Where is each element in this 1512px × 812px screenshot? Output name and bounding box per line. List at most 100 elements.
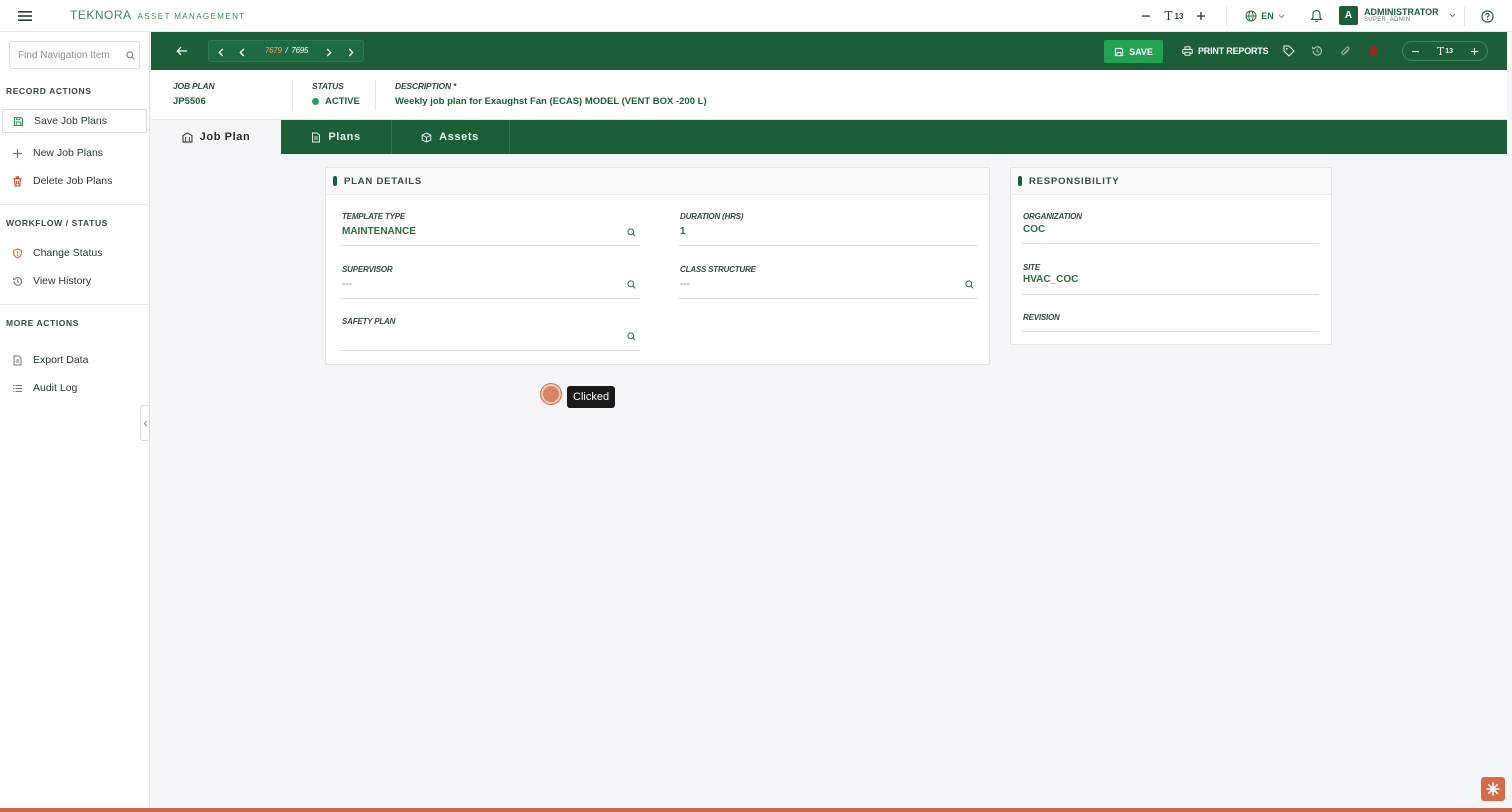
sidebar-item-export-data[interactable]: Export Data [2,348,147,372]
tab-plans[interactable]: Plans [281,120,391,154]
class-structure-field[interactable]: CLASS STRUCTURE --- [678,265,978,301]
site-field[interactable]: SITE HVAC_COC [1021,263,1319,297]
notifications-bell-icon[interactable] [1308,8,1324,24]
help-icon[interactable] [1479,8,1495,24]
zoom-out-button[interactable] [1411,47,1420,56]
section-heading-record-actions: RECORD ACTIONS [6,86,92,96]
section-heading-more-actions: MORE ACTIONS [6,318,79,328]
history-icon[interactable] [1309,43,1325,59]
hamburger-menu-icon[interactable] [17,9,33,23]
navigation-search-input[interactable] [18,49,122,61]
organization-field[interactable]: ORGANIZATION COC [1021,212,1319,246]
section-heading-workflow: WORKFLOW / STATUS [6,218,108,228]
search-icon[interactable] [627,228,636,237]
print-reports-label: PRINT REPORTS [1198,46,1269,56]
divider [375,80,376,110]
user-menu[interactable]: A ADMINISTRATOR SUPER_ADMIN [1339,6,1456,25]
brand-subtitle: ASSET MANAGEMENT [137,12,246,21]
tab-bar: Job Plan Plans Assets [151,120,1507,154]
search-icon[interactable] [627,280,636,289]
template-type-field[interactable]: TEMPLATE TYPE MAINTENANCE [340,212,640,248]
safety-plan-field[interactable]: SAFETY PLAN [340,317,640,353]
search-icon[interactable] [965,280,974,289]
template-type-value: MAINTENANCE [342,226,416,237]
section-marker [333,176,337,186]
tab-assets[interactable]: Assets [391,120,509,154]
sidebar-item-change-status[interactable]: Change Status [2,241,147,265]
site-value: HVAC_COC [1023,274,1079,285]
sidebar-item-delete-job-plans[interactable]: Delete Job Plans [2,169,147,193]
assistant-launcher-icon[interactable] [1481,777,1505,801]
sidebar-collapse-handle[interactable] [140,405,150,441]
first-record-button[interactable] [213,44,229,60]
decrease-font-button[interactable] [1139,8,1153,24]
field-underline [1021,331,1319,332]
tag-icon[interactable] [1281,43,1297,59]
increase-font-button[interactable] [1194,8,1208,24]
last-record-button[interactable] [343,44,359,60]
sidebar-item-save-job-plans[interactable]: Save Job Plans [2,109,147,133]
sidebar-item-audit-log[interactable]: Audit Log [2,376,147,400]
font-size-indicator: T 13 [1160,8,1188,24]
field-underline [1021,243,1319,244]
language-selector[interactable]: EN [1244,8,1286,24]
field-underline [678,245,978,246]
tab-label: Job Plan [199,131,251,143]
zoom-in-button[interactable] [1470,47,1479,56]
chevron-right-icon [348,48,354,57]
text-size-icon: T [1436,44,1445,58]
revision-field[interactable]: REVISION [1021,313,1319,337]
responsibility-panel: RESPONSIBILITY ORGANIZATION COC SITE HVA… [1010,167,1332,345]
sidebar-item-label: Change Status [33,247,103,259]
chevron-right-icon [326,48,332,57]
chevron-down-icon [1278,14,1285,19]
tab-label: Assets [439,131,479,143]
navigation-search[interactable] [9,41,140,69]
duration-value: 1 [680,226,686,237]
panel-title: PLAN DETAILS [344,175,423,187]
description-value[interactable]: Weekly job plan for Exaughst Fan (ECAS) … [395,96,707,107]
template-type-label: TEMPLATE TYPE [342,212,406,221]
back-button[interactable] [174,43,190,59]
divider [509,120,510,154]
job-plan-field: JOB PLAN JP5506 [173,81,215,107]
organization-value: COC [1023,224,1046,235]
chevron-left-icon [143,420,148,427]
cube-icon [421,131,432,143]
document-icon [311,132,321,143]
job-plan-label: JOB PLAN [173,81,215,91]
sidebar-item-label: Save Job Plans [34,115,107,127]
status-dot-icon [312,98,319,105]
print-reports-button[interactable]: PRINT REPORTS [1182,40,1269,62]
current-record-number: 7679 [265,46,282,55]
duration-field[interactable]: DURATION (HRS) 1 [678,212,978,248]
job-plan-value: JP5506 [173,96,206,107]
next-record-button[interactable] [321,44,337,60]
search-icon[interactable] [627,332,636,341]
tab-job-plan[interactable]: Job Plan [151,120,281,154]
duration-label: DURATION (HRS) [680,212,744,221]
supervisor-label: SUPERVISOR [342,265,393,274]
safety-plan-label: SAFETY PLAN [342,317,396,326]
previous-record-button[interactable] [234,44,250,60]
status-field: STATUS ACTIVE [312,81,360,107]
zoom-value-indicator: T 13 [1437,45,1453,58]
delete-record-icon[interactable] [1365,43,1381,59]
organization-label: ORGANIZATION [1023,212,1082,221]
sidebar-item-view-history[interactable]: View History [2,269,147,293]
text-size-icon: T [1164,9,1173,23]
panel-title: RESPONSIBILITY [1029,175,1120,187]
field-underline [340,350,640,351]
supervisor-field[interactable]: SUPERVISOR --- [340,265,640,301]
plan-details-panel: PLAN DETAILS TEMPLATE TYPE MAINTENANCE D… [325,167,990,365]
field-underline [340,298,640,299]
avatar: A [1339,6,1358,25]
save-button[interactable]: SAVE [1104,40,1163,63]
paperclip-icon[interactable] [1337,43,1353,59]
language-value: EN [1261,11,1274,21]
site-label: SITE [1023,263,1040,272]
search-icon[interactable] [126,50,135,60]
sidebar-item-new-job-plans[interactable]: New Job Plans [2,141,147,165]
save-button-label: SAVE [1129,46,1153,57]
record-position: 7679 / 7695 [265,46,308,55]
